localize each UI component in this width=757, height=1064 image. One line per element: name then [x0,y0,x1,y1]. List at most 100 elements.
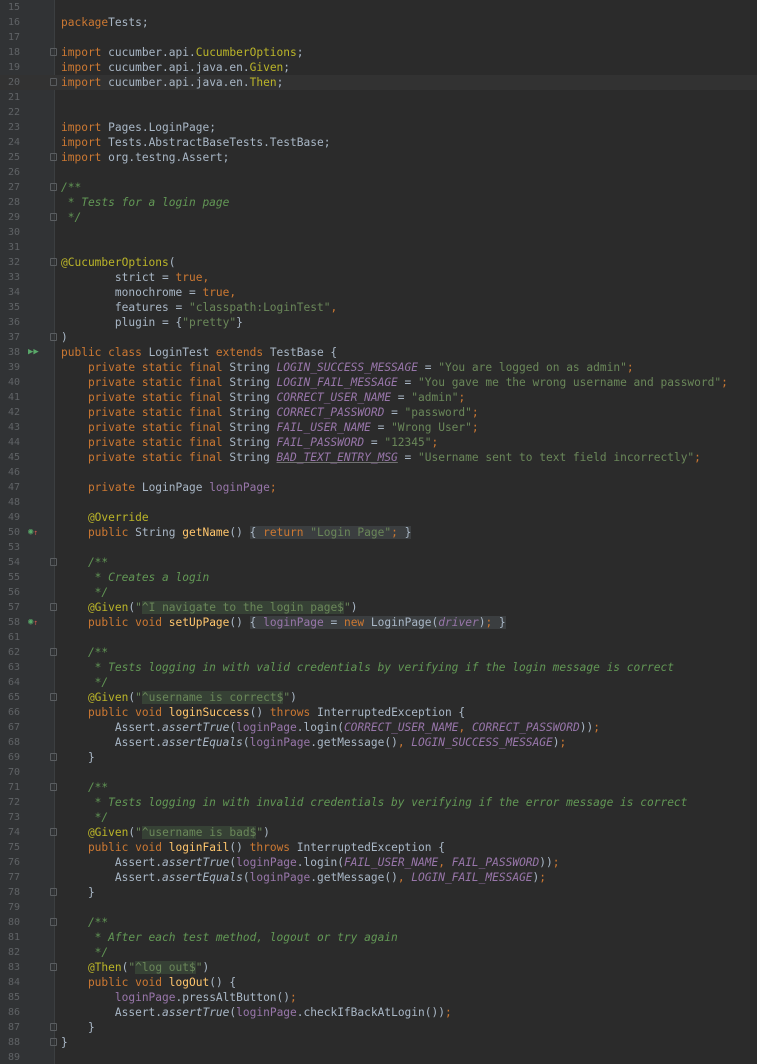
code-editor[interactable]: 15 16 packageTests; 17 18 import cucumber.api… [0,0,757,1064]
code-line[interactable]: 43 private static final String FAIL_USER… [0,420,757,435]
code-line[interactable]: 87 } [0,1020,757,1035]
code-line[interactable]: 22 [0,105,757,120]
code-line[interactable]: 78 } [0,885,757,900]
code-line[interactable]: 65 @Given("^username is correct$") [0,690,757,705]
code-line[interactable]: 81 * After each test method, logout or t… [0,930,757,945]
code-line[interactable]: 75 public void loginFail() throws Interr… [0,840,757,855]
code-line[interactable]: 21 [0,90,757,105]
code-line[interactable]: 72 * Tests logging in with invalid crede… [0,795,757,810]
code-line[interactable]: 67 Assert.assertTrue(loginPage.login(COR… [0,720,757,735]
code-line[interactable]: 40 private static final String LOGIN_FAI… [0,375,757,390]
code-line[interactable]: 45 private static final String BAD_TEXT_… [0,450,757,465]
code-line[interactable]: 84 public void logOut() { [0,975,757,990]
code-line[interactable]: 29 */ [0,210,757,225]
fold-marker-icon[interactable] [50,78,57,86]
code-line[interactable]: 61 [0,630,757,645]
code-line[interactable]: 74 @Given("^username is bad$") [0,825,757,840]
code-line[interactable]: 48 [0,495,757,510]
fold-marker-icon[interactable] [50,48,57,56]
code-line[interactable]: 54 /** [0,555,757,570]
code-line[interactable]: 57 @Given("^I navigate to the login page… [0,600,757,615]
fold-marker-icon[interactable] [50,183,57,191]
code-line[interactable]: 89 [0,1050,757,1064]
code-token: TestBase { [269,346,338,359]
code-line[interactable]: 39 private static final String LOGIN_SUC… [0,360,757,375]
fold-marker-icon[interactable] [50,213,57,221]
code-line[interactable]: 83 @Then("^log out$") [0,960,757,975]
fold-marker-icon[interactable] [50,828,57,836]
fold-marker-icon[interactable] [50,783,57,791]
code-line[interactable]: 34 monochrome = true, [0,285,757,300]
code-line[interactable]: 70 [0,765,757,780]
code-line[interactable]: 24 import Tests.AbstractBaseTests.TestBas… [0,135,757,150]
code-line[interactable]: 64 */ [0,675,757,690]
code-line[interactable]: 53 [0,540,757,555]
fold-marker-icon[interactable] [50,1038,57,1046]
code-line[interactable]: 47 private LoginPage loginPage; [0,480,757,495]
code-line[interactable]: 49 @Override [0,510,757,525]
fold-marker-icon[interactable] [50,693,57,701]
code-line[interactable]: 68 Assert.assertEquals(loginPage.getMess… [0,735,757,750]
code-line[interactable]: 58 ◉↑ public void setUpPage() { loginPage… [0,615,757,630]
code-line[interactable]: 73 */ [0,810,757,825]
code-line[interactable]: 31 [0,240,757,255]
code-line[interactable]: 56 */ [0,585,757,600]
code-line[interactable]: 32 @CucumberOptions( [0,255,757,270]
code-line[interactable]: 80 /** [0,915,757,930]
code-line[interactable]: 30 [0,225,757,240]
code-line[interactable]: 86 Assert.assertTrue(loginPage.checkIfBa… [0,1005,757,1020]
fold-marker-icon[interactable] [50,258,57,266]
code-line[interactable]: 17 [0,30,757,45]
fold-marker-icon[interactable] [50,888,57,896]
fold-marker-icon[interactable] [50,153,57,161]
code-line[interactable]: 33 strict = true, [0,270,757,285]
code-line[interactable]: 55 * Creates a login [0,570,757,585]
code-line[interactable]: 85 loginPage.pressAltButton(); [0,990,757,1005]
code-line[interactable]: 63 * Tests logging in with valid credent… [0,660,757,675]
code-line[interactable]: 38 ▶▶ public class LoginTest extends TestB… [0,345,757,360]
code-line[interactable]: 36 plugin = {"pretty"} [0,315,757,330]
code-line[interactable]: 16 packageTests; [0,15,757,30]
code-line[interactable]: 88} [0,1035,757,1050]
fold-marker-icon[interactable] [50,753,57,761]
code-line[interactable]: 50 ◉↑ public String getName() { return "L… [0,525,757,540]
code-line[interactable]: 25 import org.testng.Assert; [0,150,757,165]
code-line[interactable]: 44 private static final String FAIL_PASS… [0,435,757,450]
code-line[interactable]: 35 features = "classpath:LoginTest", [0,300,757,315]
code-line[interactable]: 66 public void loginSuccess() throws Int… [0,705,757,720]
run-test-icon[interactable]: ▶▶ [28,345,39,360]
code-line[interactable]: 15 [0,0,757,15]
fold-marker-icon[interactable] [50,918,57,926]
fold-marker-icon[interactable] [50,1023,57,1031]
fold-marker-icon[interactable] [50,603,57,611]
code-line[interactable]: 71 /** [0,780,757,795]
override-method-icon[interactable]: ◉↑ [28,525,38,540]
code-line[interactable]: 23 import Pages.LoginPage; [0,120,757,135]
code-line[interactable]: 20 import cucumber.api.java.en.Then; [0,75,757,90]
code-line[interactable]: 18 import cucumber.api.CucumberOptions; [0,45,757,60]
code-line[interactable]: 27 /** [0,180,757,195]
code-token: @Given [61,826,129,839]
code-line[interactable]: 46 [0,465,757,480]
code-line[interactable]: 77 Assert.assertEquals(loginPage.getMess… [0,870,757,885]
code-line[interactable]: 28 * Tests for a login page [0,195,757,210]
code-token: } [61,1021,95,1034]
fold-marker-icon[interactable] [50,963,57,971]
code-line[interactable]: 41 private static final String CORRECT_U… [0,390,757,405]
code-token: " [135,601,142,614]
code-line[interactable]: 76 Assert.assertTrue(loginPage.login(FAI… [0,855,757,870]
code-token: setUpPage [168,616,230,629]
fold-marker-icon[interactable] [50,333,57,341]
fold-marker-icon[interactable] [50,558,57,566]
code-line[interactable]: 42 private static final String CORRECT_P… [0,405,757,420]
override-method-icon[interactable]: ◉↑ [28,615,38,630]
code-line[interactable]: 69 } [0,750,757,765]
code-line[interactable]: 26 [0,165,757,180]
code-line[interactable]: 82 */ [0,945,757,960]
code-line[interactable]: 37) [0,330,757,345]
code-line[interactable]: 79 [0,900,757,915]
code-line[interactable]: 62 /** [0,645,757,660]
fold-marker-icon[interactable] [50,648,57,656]
code-token: ; [444,1006,452,1019]
code-line[interactable]: 19 import cucumber.api.java.en.Given; [0,60,757,75]
